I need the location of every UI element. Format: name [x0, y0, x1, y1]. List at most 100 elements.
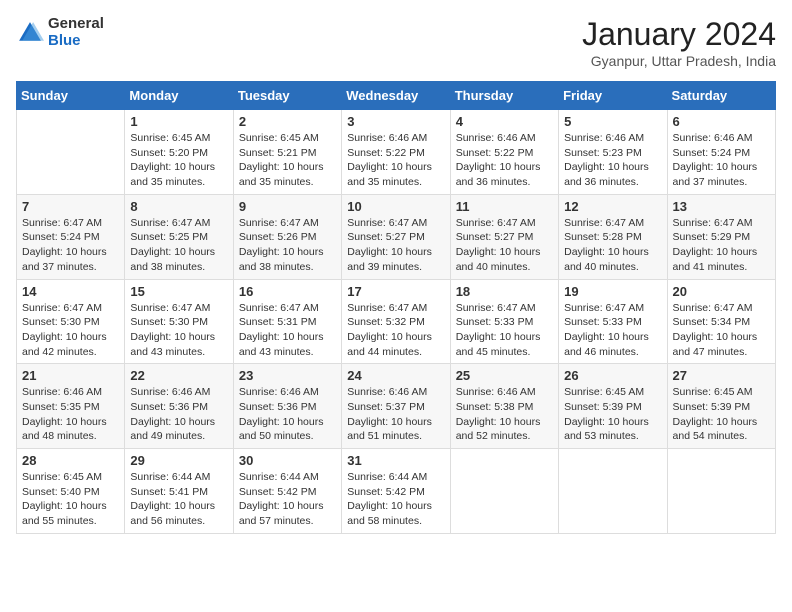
logo-text: General Blue	[48, 16, 104, 49]
day-info: Sunrise: 6:46 AMSunset: 5:37 PMDaylight:…	[347, 386, 432, 442]
day-number: 13	[673, 199, 770, 214]
calendar-day-cell: 8 Sunrise: 6:47 AMSunset: 5:25 PMDayligh…	[125, 194, 233, 279]
calendar-day-cell: 11 Sunrise: 6:47 AMSunset: 5:27 PMDaylig…	[450, 194, 558, 279]
calendar-day-cell: 29 Sunrise: 6:44 AMSunset: 5:41 PMDaylig…	[125, 449, 233, 534]
day-info: Sunrise: 6:45 AMSunset: 5:20 PMDaylight:…	[130, 132, 215, 188]
day-info: Sunrise: 6:47 AMSunset: 5:30 PMDaylight:…	[22, 302, 107, 358]
calendar-week-row: 21 Sunrise: 6:46 AMSunset: 5:35 PMDaylig…	[17, 364, 776, 449]
calendar-week-row: 28 Sunrise: 6:45 AMSunset: 5:40 PMDaylig…	[17, 449, 776, 534]
logo-general: General	[48, 16, 104, 33]
weekday-header-cell: Sunday	[17, 82, 125, 110]
day-number: 5	[564, 114, 661, 129]
calendar-day-cell	[17, 110, 125, 195]
calendar-day-cell: 1 Sunrise: 6:45 AMSunset: 5:20 PMDayligh…	[125, 110, 233, 195]
day-number: 7	[22, 199, 119, 214]
calendar-day-cell	[559, 449, 667, 534]
day-number: 31	[347, 453, 444, 468]
weekday-header-cell: Thursday	[450, 82, 558, 110]
calendar-week-row: 1 Sunrise: 6:45 AMSunset: 5:20 PMDayligh…	[17, 110, 776, 195]
day-info: Sunrise: 6:47 AMSunset: 5:29 PMDaylight:…	[673, 217, 758, 273]
calendar-day-cell: 23 Sunrise: 6:46 AMSunset: 5:36 PMDaylig…	[233, 364, 341, 449]
day-info: Sunrise: 6:46 AMSunset: 5:38 PMDaylight:…	[456, 386, 541, 442]
day-info: Sunrise: 6:46 AMSunset: 5:23 PMDaylight:…	[564, 132, 649, 188]
logo-icon	[16, 19, 44, 47]
calendar-day-cell: 22 Sunrise: 6:46 AMSunset: 5:36 PMDaylig…	[125, 364, 233, 449]
day-number: 23	[239, 368, 336, 383]
calendar-day-cell: 3 Sunrise: 6:46 AMSunset: 5:22 PMDayligh…	[342, 110, 450, 195]
calendar-day-cell: 13 Sunrise: 6:47 AMSunset: 5:29 PMDaylig…	[667, 194, 775, 279]
location-subtitle: Gyanpur, Uttar Pradesh, India	[582, 53, 776, 69]
calendar-day-cell: 17 Sunrise: 6:47 AMSunset: 5:32 PMDaylig…	[342, 279, 450, 364]
calendar-day-cell: 4 Sunrise: 6:46 AMSunset: 5:22 PMDayligh…	[450, 110, 558, 195]
day-number: 30	[239, 453, 336, 468]
calendar-day-cell: 31 Sunrise: 6:44 AMSunset: 5:42 PMDaylig…	[342, 449, 450, 534]
weekday-header-row: SundayMondayTuesdayWednesdayThursdayFrid…	[17, 82, 776, 110]
day-number: 26	[564, 368, 661, 383]
day-info: Sunrise: 6:47 AMSunset: 5:32 PMDaylight:…	[347, 302, 432, 358]
day-info: Sunrise: 6:46 AMSunset: 5:35 PMDaylight:…	[22, 386, 107, 442]
day-info: Sunrise: 6:47 AMSunset: 5:26 PMDaylight:…	[239, 217, 324, 273]
calendar-day-cell	[667, 449, 775, 534]
day-number: 3	[347, 114, 444, 129]
weekday-header-cell: Wednesday	[342, 82, 450, 110]
calendar-day-cell: 24 Sunrise: 6:46 AMSunset: 5:37 PMDaylig…	[342, 364, 450, 449]
day-info: Sunrise: 6:46 AMSunset: 5:24 PMDaylight:…	[673, 132, 758, 188]
day-number: 17	[347, 284, 444, 299]
calendar-day-cell: 12 Sunrise: 6:47 AMSunset: 5:28 PMDaylig…	[559, 194, 667, 279]
day-number: 20	[673, 284, 770, 299]
day-number: 6	[673, 114, 770, 129]
calendar-day-cell: 6 Sunrise: 6:46 AMSunset: 5:24 PMDayligh…	[667, 110, 775, 195]
day-info: Sunrise: 6:47 AMSunset: 5:27 PMDaylight:…	[347, 217, 432, 273]
day-number: 8	[130, 199, 227, 214]
day-info: Sunrise: 6:46 AMSunset: 5:36 PMDaylight:…	[130, 386, 215, 442]
day-info: Sunrise: 6:47 AMSunset: 5:27 PMDaylight:…	[456, 217, 541, 273]
day-info: Sunrise: 6:47 AMSunset: 5:33 PMDaylight:…	[564, 302, 649, 358]
day-number: 29	[130, 453, 227, 468]
calendar-day-cell: 9 Sunrise: 6:47 AMSunset: 5:26 PMDayligh…	[233, 194, 341, 279]
calendar-day-cell	[450, 449, 558, 534]
header: General Blue January 2024 Gyanpur, Uttar…	[16, 16, 776, 69]
calendar-day-cell: 14 Sunrise: 6:47 AMSunset: 5:30 PMDaylig…	[17, 279, 125, 364]
calendar-day-cell: 16 Sunrise: 6:47 AMSunset: 5:31 PMDaylig…	[233, 279, 341, 364]
day-number: 14	[22, 284, 119, 299]
day-number: 28	[22, 453, 119, 468]
weekday-header-cell: Friday	[559, 82, 667, 110]
day-number: 22	[130, 368, 227, 383]
day-number: 21	[22, 368, 119, 383]
day-number: 1	[130, 114, 227, 129]
day-info: Sunrise: 6:47 AMSunset: 5:30 PMDaylight:…	[130, 302, 215, 358]
day-info: Sunrise: 6:45 AMSunset: 5:40 PMDaylight:…	[22, 471, 107, 527]
calendar-day-cell: 21 Sunrise: 6:46 AMSunset: 5:35 PMDaylig…	[17, 364, 125, 449]
day-info: Sunrise: 6:44 AMSunset: 5:41 PMDaylight:…	[130, 471, 215, 527]
day-number: 2	[239, 114, 336, 129]
day-number: 27	[673, 368, 770, 383]
day-info: Sunrise: 6:47 AMSunset: 5:34 PMDaylight:…	[673, 302, 758, 358]
calendar-day-cell: 25 Sunrise: 6:46 AMSunset: 5:38 PMDaylig…	[450, 364, 558, 449]
calendar-day-cell: 20 Sunrise: 6:47 AMSunset: 5:34 PMDaylig…	[667, 279, 775, 364]
calendar-day-cell: 19 Sunrise: 6:47 AMSunset: 5:33 PMDaylig…	[559, 279, 667, 364]
day-number: 10	[347, 199, 444, 214]
day-number: 16	[239, 284, 336, 299]
calendar-day-cell: 7 Sunrise: 6:47 AMSunset: 5:24 PMDayligh…	[17, 194, 125, 279]
day-number: 24	[347, 368, 444, 383]
month-year-title: January 2024	[582, 16, 776, 53]
day-info: Sunrise: 6:45 AMSunset: 5:21 PMDaylight:…	[239, 132, 324, 188]
weekday-header-cell: Monday	[125, 82, 233, 110]
weekday-header-cell: Saturday	[667, 82, 775, 110]
day-number: 11	[456, 199, 553, 214]
calendar-day-cell: 5 Sunrise: 6:46 AMSunset: 5:23 PMDayligh…	[559, 110, 667, 195]
calendar-day-cell: 26 Sunrise: 6:45 AMSunset: 5:39 PMDaylig…	[559, 364, 667, 449]
calendar-day-cell: 10 Sunrise: 6:47 AMSunset: 5:27 PMDaylig…	[342, 194, 450, 279]
day-info: Sunrise: 6:47 AMSunset: 5:33 PMDaylight:…	[456, 302, 541, 358]
day-info: Sunrise: 6:47 AMSunset: 5:25 PMDaylight:…	[130, 217, 215, 273]
calendar-day-cell: 2 Sunrise: 6:45 AMSunset: 5:21 PMDayligh…	[233, 110, 341, 195]
day-info: Sunrise: 6:45 AMSunset: 5:39 PMDaylight:…	[564, 386, 649, 442]
day-info: Sunrise: 6:44 AMSunset: 5:42 PMDaylight:…	[347, 471, 432, 527]
calendar-week-row: 7 Sunrise: 6:47 AMSunset: 5:24 PMDayligh…	[17, 194, 776, 279]
day-info: Sunrise: 6:46 AMSunset: 5:22 PMDaylight:…	[347, 132, 432, 188]
calendar-table: SundayMondayTuesdayWednesdayThursdayFrid…	[16, 81, 776, 534]
calendar-header: SundayMondayTuesdayWednesdayThursdayFrid…	[17, 82, 776, 110]
day-number: 9	[239, 199, 336, 214]
day-info: Sunrise: 6:47 AMSunset: 5:31 PMDaylight:…	[239, 302, 324, 358]
day-info: Sunrise: 6:47 AMSunset: 5:28 PMDaylight:…	[564, 217, 649, 273]
